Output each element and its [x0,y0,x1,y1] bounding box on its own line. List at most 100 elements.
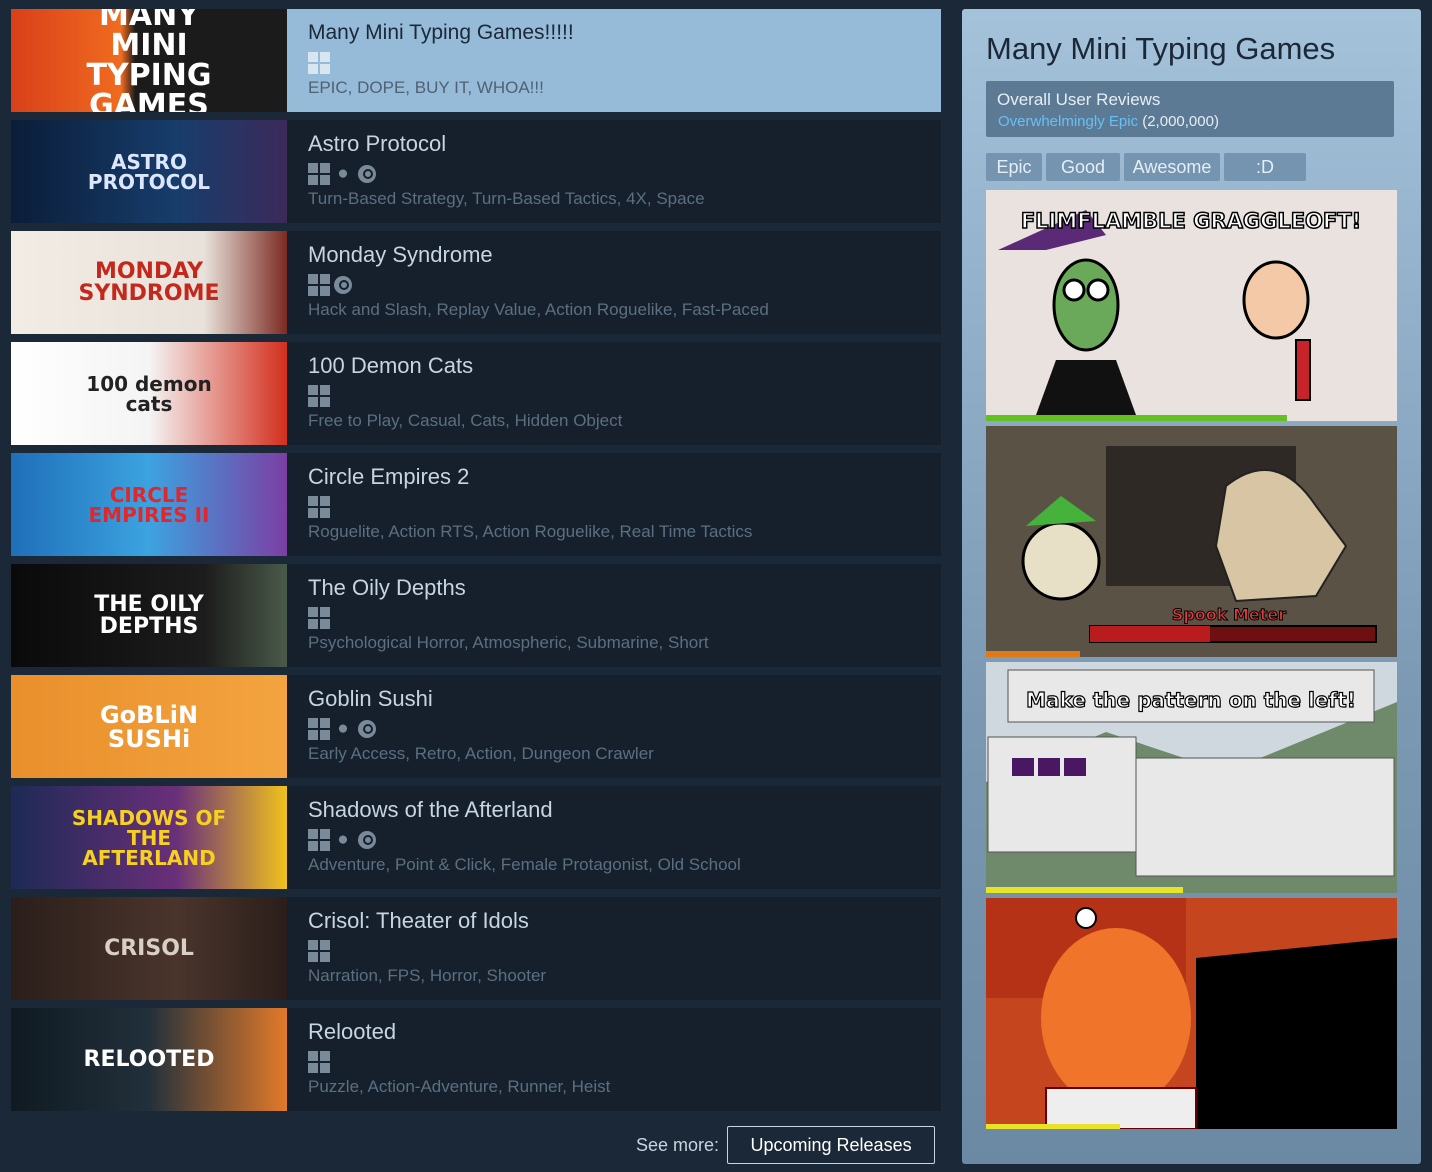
reviews-box: Overall User Reviews Overwhelmingly Epic… [986,81,1394,137]
game-capsule: CRISOL [11,897,287,1000]
game-title: 100 Demon Cats [308,353,474,378]
game-capsule: ASTRO PROTOCOL [11,120,287,223]
platform-icons [308,272,941,298]
screenshot-1[interactable]: FLIMFLAMBLE GRAGGLEOFT! [986,190,1397,421]
apple-icon: ● [337,718,349,739]
preview-tag[interactable]: :D [1224,153,1306,181]
screenshot-2-caption: Spook Meter [1172,605,1286,624]
screenshot-2-art: Spook Meter [986,426,1397,657]
platform-icons [308,383,941,409]
windows-icon [308,829,330,851]
game-info: Goblin Sushi ● Early Access, Retro, Action… [287,675,941,778]
capsule-logo-text: MONDAY SYNDROME [78,258,220,306]
see-more-label: See more: [636,1134,720,1155]
capsule-logo-text: THE OILY DEPTHS [94,591,204,639]
capsule-logo-text: ASTRO PROTOCOL [87,149,211,194]
platform-icons [308,605,941,631]
screenshot-3[interactable]: Make the pattern on the left! [986,662,1397,893]
screenshot-2[interactable]: Spook Meter [986,426,1397,657]
see-more: See more: Upcoming Releases [636,1126,936,1164]
game-tags: Puzzle, Action-Adventure, Runner, Heist [308,1077,611,1096]
game-row[interactable]: ASTRO PROTOCOL Astro Protocol ● Turn-Based … [11,120,941,223]
game-capsule: MONDAY SYNDROME [11,231,287,334]
windows-icon [308,274,330,296]
preview-tags: Epic Good Awesome :D [986,153,1306,181]
game-row[interactable]: CRISOL Crisol: Theater of Idols Narration,… [11,897,941,1000]
game-capsule: RELOOTED [11,1008,287,1111]
steam-icon [356,829,378,851]
game-capsule: MANY MINI TYPING GAMES [11,9,287,112]
game-capsule: THE OILY DEPTHS [11,564,287,667]
reviews-count: (2,000,000) [1142,113,1219,130]
platform-icons [308,1049,941,1075]
platform-icons: ● [308,161,941,187]
platform-icons [308,938,941,964]
capsule-logo-text: CRISOL [104,935,194,961]
game-title: Goblin Sushi [308,686,433,711]
windows-icon [308,52,330,74]
game-row[interactable]: MONDAY SYNDROME Monday Syndrome Hack and S… [11,231,941,334]
game-info: Astro Protocol ● Turn-Based Strategy, Turn… [287,120,941,223]
game-tags: Early Access, Retro, Action, Dungeon Cra… [308,744,654,763]
game-info: Crisol: Theater of Idols Narration, FPS, … [287,897,941,1000]
capsule-logo-text: MANY MINI TYPING GAMES [86,9,212,112]
preview-tag[interactable]: Epic [986,153,1042,181]
game-capsule: GoBLiN SUSHi [11,675,287,778]
game-tags: Narration, FPS, Horror, Shooter [308,966,547,985]
windows-icon [308,940,330,962]
game-tags: EPIC, DOPE, BUY IT, WHOA!!! [308,78,544,97]
steam-icon [356,163,378,185]
capsule-logo-text: SHADOWS OF THE AFTERLAND [71,805,227,870]
game-title: Monday Syndrome [308,242,493,267]
game-row[interactable]: MANY MINI TYPING GAMES Many Mini Typing G… [11,9,941,112]
windows-icon [308,1051,330,1073]
preview-panel: Many Mini Typing Games Overall User Revi… [962,9,1421,1164]
game-title: Circle Empires 2 [308,464,470,489]
platform-icons [308,494,941,520]
preview-tag[interactable]: Good [1046,153,1120,181]
game-title: Many Mini Typing Games!!!!! [308,21,574,44]
apple-icon: ● [337,163,349,184]
game-row[interactable]: 100 demon cats 100 Demon Cats Free to Play… [11,342,941,445]
preview-tag[interactable]: Awesome [1124,153,1220,181]
screenshot-4[interactable] [986,898,1397,1129]
windows-icon [308,718,330,740]
game-title: Shadows of the Afterland [308,797,553,822]
screenshot-1-art: FLIMFLAMBLE GRAGGLEOFT! [986,190,1397,421]
game-info: Many Mini Typing Games!!!!! EPIC, DOPE, B… [287,9,941,112]
game-title: Relooted [308,1019,397,1044]
platform-icons: ● [308,716,941,742]
platform-icons: ● [308,827,941,853]
game-info: Monday Syndrome Hack and Slash, Replay Va… [287,231,941,334]
capsule-logo-text: 100 demon cats [86,371,212,416]
game-row[interactable]: CIRCLE EMPIRES II Circle Empires 2 Rogueli… [11,453,941,556]
game-tags: Adventure, Point & Click, Female Protago… [308,855,741,874]
reviews-value: Overwhelmingly Epic (2,000,000) [998,113,1219,130]
game-row[interactable]: SHADOWS OF THE AFTERLAND Shadows of the A… [11,786,941,889]
game-info: Shadows of the Afterland ● Adventure, Poin… [287,786,941,889]
game-info: Circle Empires 2 Roguelite, Action RTS, A… [287,453,941,556]
game-row[interactable]: GoBLiN SUSHi Goblin Sushi ● Early Access, R… [11,675,941,778]
game-title: Crisol: Theater of Idols [308,908,529,933]
game-title: The Oily Depths [308,575,466,600]
capsule-logo-text: RELOOTED [83,1046,215,1072]
game-info: Relooted Puzzle, Action-Adventure, Runner… [287,1008,941,1111]
game-info: The Oily Depths Psychological Horror, Atm… [287,564,941,667]
steam-icon [332,274,354,296]
game-row[interactable]: THE OILY DEPTHS The Oily Depths Psychologi… [11,564,941,667]
game-tags: Turn-Based Strategy, Turn-Based Tactics,… [308,189,705,208]
game-tags: Hack and Slash, Replay Value, Action Rog… [308,300,769,319]
game-row[interactable]: RELOOTED Relooted Puzzle, Action-Adventure… [11,1008,941,1111]
windows-icon [308,163,330,185]
game-info: 100 Demon Cats Free to Play, Casual, Cats… [287,342,941,445]
preview-title: Many Mini Typing Games [986,31,1336,66]
screenshot-4-art [986,898,1397,1129]
platform-icons [308,50,941,76]
windows-icon [308,385,330,407]
game-capsule: SHADOWS OF THE AFTERLAND [11,786,287,889]
screenshot-3-art: Make the pattern on the left! [986,662,1397,893]
apple-icon: ● [337,829,349,850]
upcoming-releases-button[interactable]: Upcoming Releases [727,1126,936,1164]
windows-icon [308,607,330,629]
capsule-logo-text: CIRCLE EMPIRES II [88,482,210,527]
